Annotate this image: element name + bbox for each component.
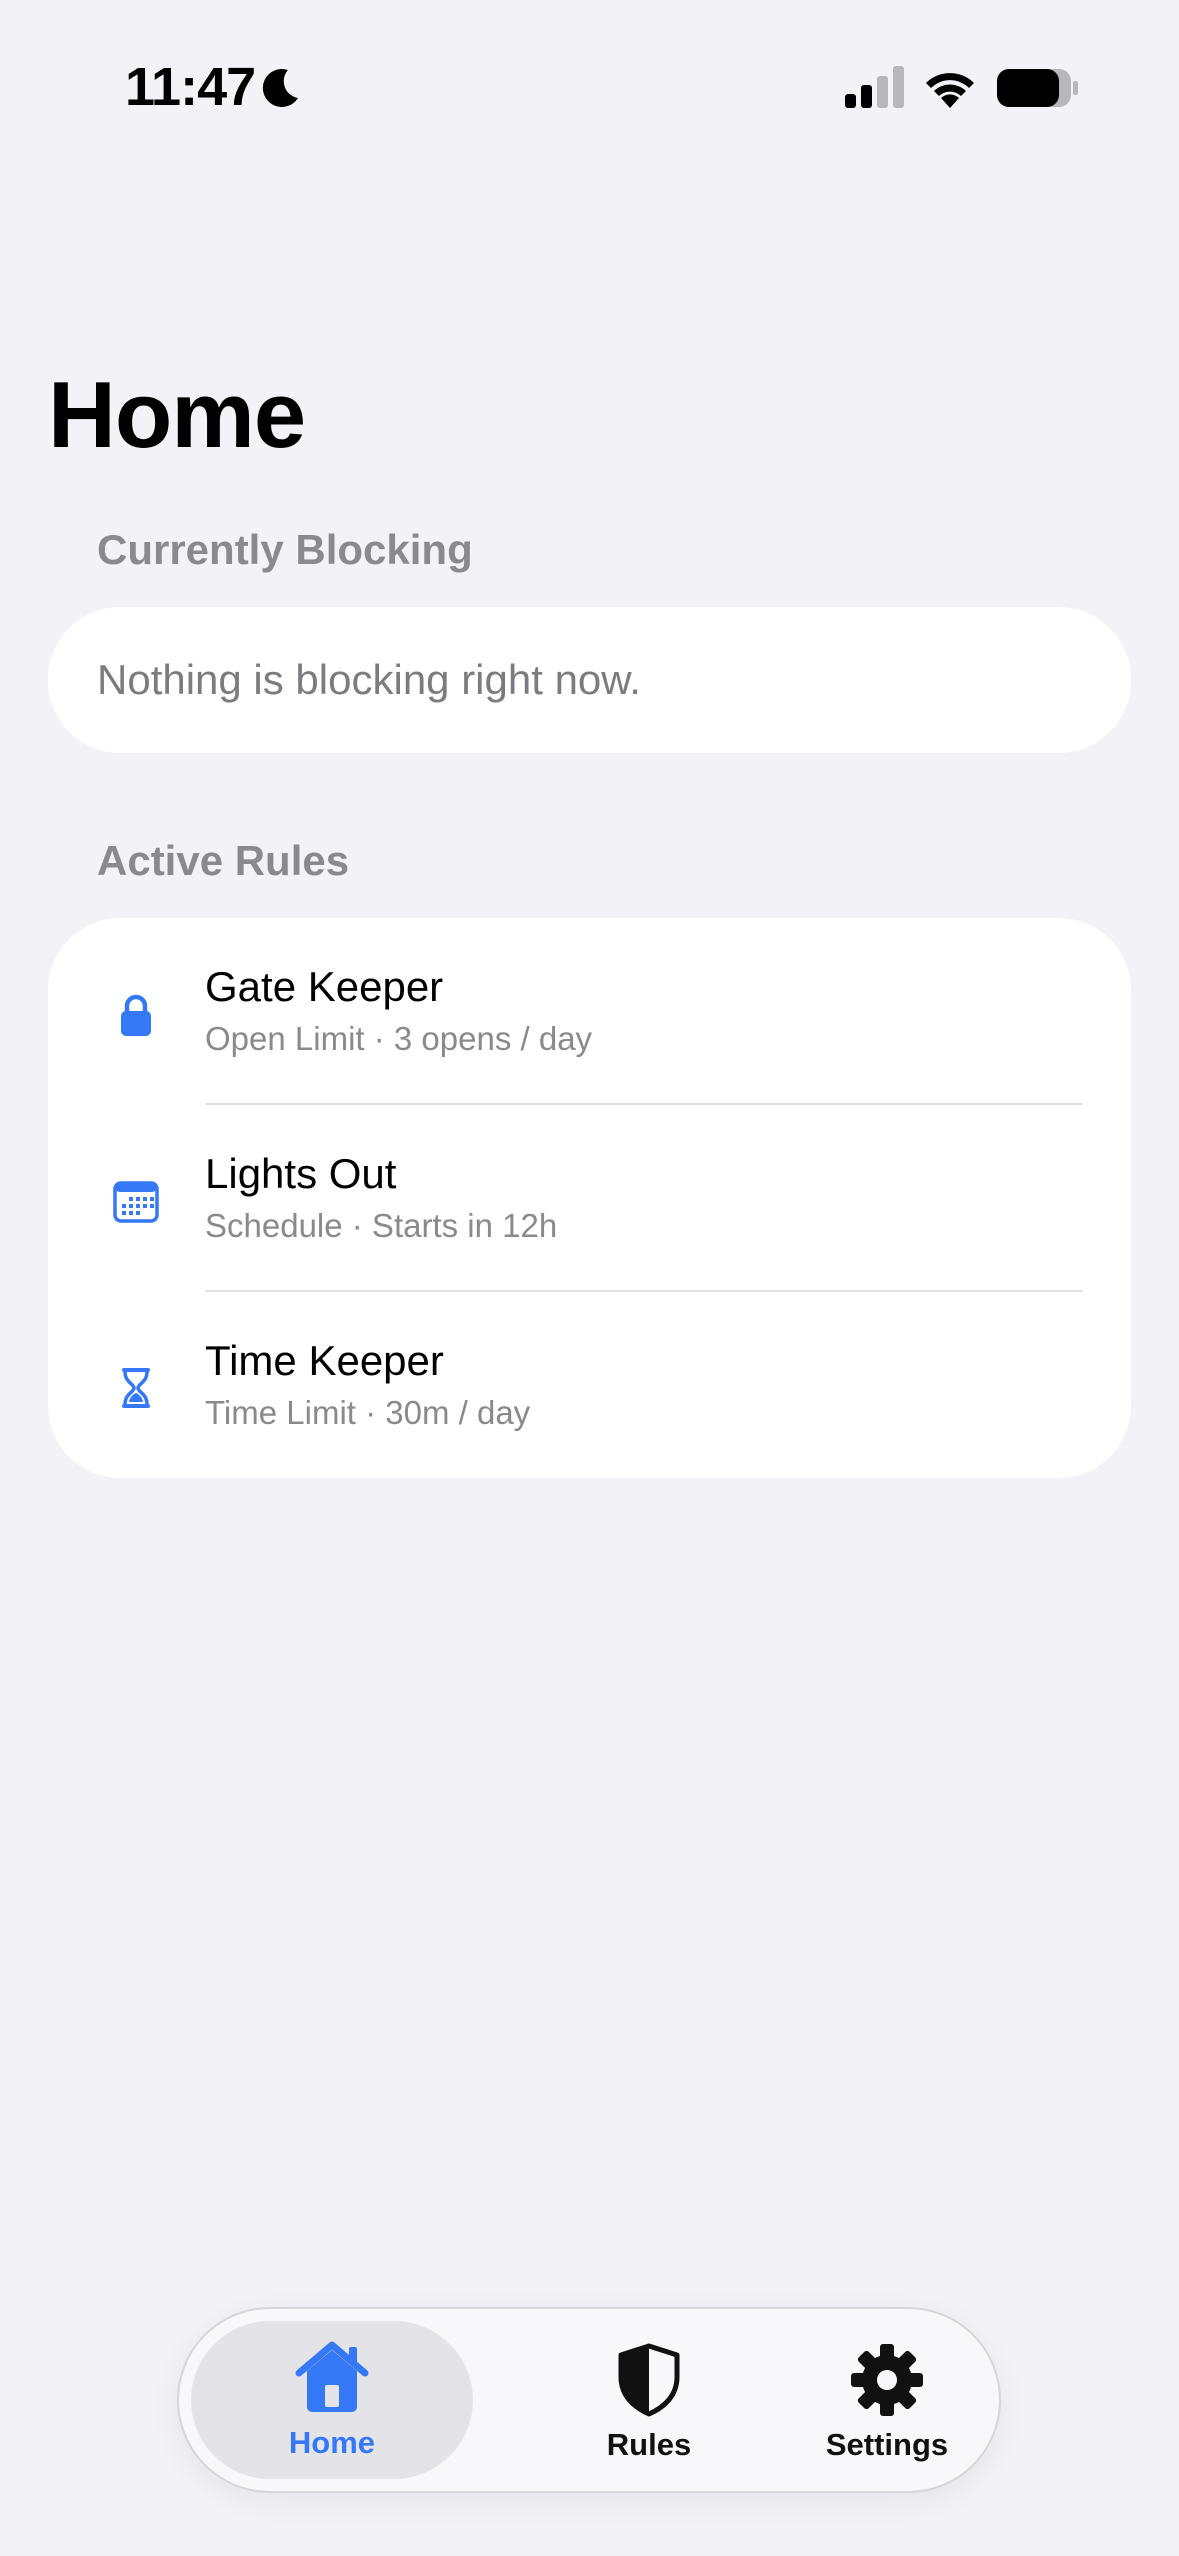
house-icon — [295, 2341, 369, 2412]
tab-settings[interactable]: Settings — [767, 2309, 1007, 2491]
page-title: Home — [48, 362, 306, 467]
rule-row-lights-out[interactable]: Lights Out Schedule · Starts in 12h — [48, 1105, 1131, 1292]
currently-blocking-header: Currently Blocking — [97, 526, 473, 573]
shield-icon — [618, 2343, 680, 2417]
active-rules-list: Gate Keeper Open Limit · 3 opens / day L… — [48, 918, 1131, 1478]
gear-icon — [851, 2344, 923, 2416]
calendar-icon — [113, 1181, 159, 1223]
rule-subtitle: Time Limit · 30m / day — [205, 1394, 531, 1431]
currently-blocking-card: Nothing is blocking right now. — [48, 607, 1131, 753]
cellular-signal-icon — [845, 66, 904, 108]
hourglass-icon — [122, 1368, 150, 1408]
status-bar: 11:47 — [0, 0, 1179, 170]
tab-label: Rules — [606, 2427, 692, 2462]
rule-title: Gate Keeper — [205, 963, 444, 1010]
lock-icon — [121, 994, 151, 1036]
rule-title: Lights Out — [205, 1150, 397, 1197]
battery-icon — [997, 69, 1078, 107]
status-time: 11:47 — [125, 57, 256, 117]
blocking-empty-text: Nothing is blocking right now. — [97, 656, 641, 703]
tab-label: Home — [288, 2425, 376, 2460]
tab-bar: Home Rules Settings — [177, 2307, 1001, 2493]
active-rules-header: Active Rules — [97, 837, 350, 884]
rule-subtitle: Open Limit · 3 opens / day — [205, 1020, 593, 1057]
rule-subtitle: Schedule · Starts in 12h — [205, 1207, 558, 1244]
rule-title: Time Keeper — [205, 1337, 444, 1384]
tab-home[interactable]: Home — [191, 2321, 473, 2479]
wifi-icon — [926, 73, 974, 108]
tab-label: Settings — [825, 2427, 949, 2462]
rule-row-gate-keeper[interactable]: Gate Keeper Open Limit · 3 opens / day — [48, 918, 1131, 1105]
moon-icon — [262, 68, 298, 107]
rule-row-time-keeper[interactable]: Time Keeper Time Limit · 30m / day — [48, 1292, 1131, 1479]
tab-rules[interactable]: Rules — [529, 2309, 769, 2491]
